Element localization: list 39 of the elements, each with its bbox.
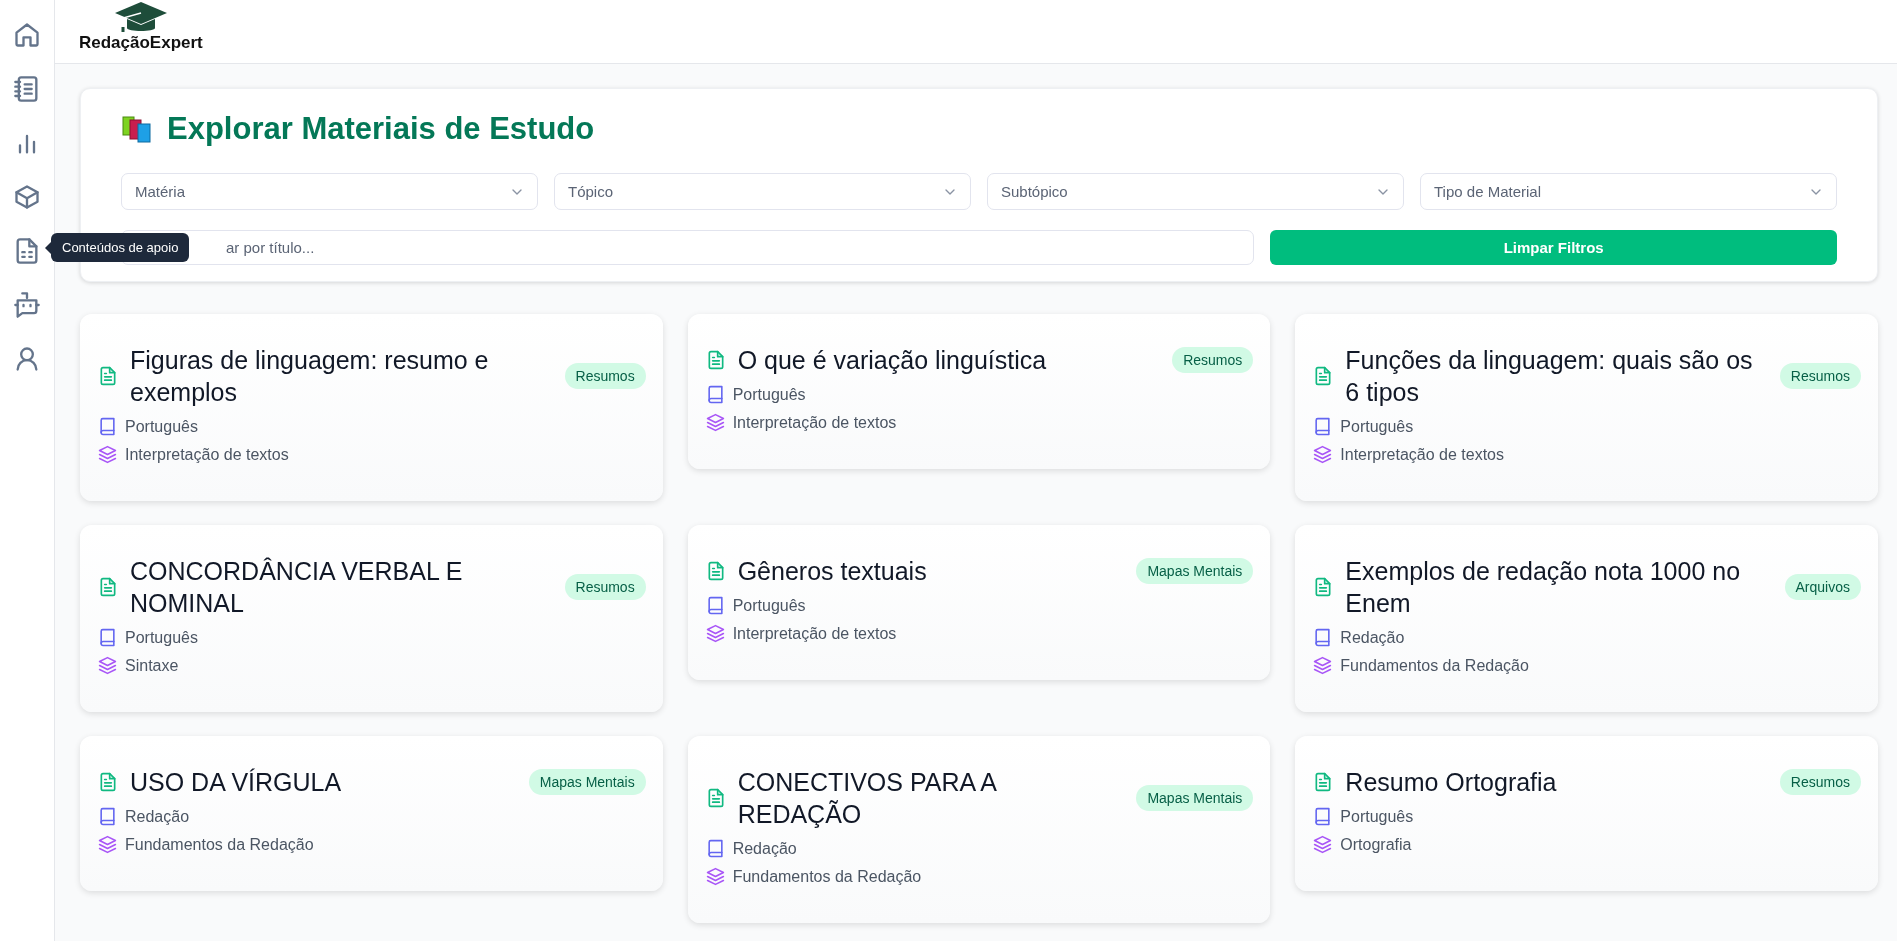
topic-label: Interpretação de textos: [732, 413, 897, 432]
logo-text: RedaçãoExpert: [79, 33, 203, 53]
topic-label: Interpretação de textos: [1340, 445, 1504, 464]
material-type-tag: Mapas Mentais: [1136, 785, 1254, 811]
subject-label: Português: [732, 596, 806, 615]
subject-label: Redação: [125, 807, 190, 826]
subject-label: Português: [1340, 417, 1414, 436]
subject-label: Redação: [1340, 628, 1405, 647]
topic-label: Fundamentos da Redação: [732, 867, 922, 886]
material-type-tag: Resumos: [1779, 363, 1861, 389]
material-title: CONCORDÂNCIA VERBAL E NOMINAL: [130, 556, 464, 619]
material-type-tag: Resumos: [1779, 769, 1861, 795]
material-title: Exemplos de redação nota 1000 no Enem: [1345, 556, 1742, 619]
subject-label: Português: [125, 628, 198, 647]
material-title: USO DA VÍRGULA: [130, 767, 343, 798]
material-title: Figuras de linguagem: resumo e exemplos: [130, 345, 490, 408]
material-type-tag: Mapas Mentais: [528, 769, 646, 795]
subject-label: Português: [732, 385, 806, 404]
topic-label: Sintaxe: [125, 656, 179, 675]
tooltip: Conteúdos de apoio: [51, 233, 190, 262]
material-type-tag: Arquivos: [1784, 574, 1861, 600]
page-title: Explorar Materiais de Estudo: [167, 111, 595, 147]
material-type-tag: Resumos: [1172, 347, 1254, 373]
topic-label: Fundamentos da Redação: [1340, 656, 1529, 675]
topic-label: Ortografia: [1340, 835, 1412, 854]
topic-label: Interpretação de textos: [125, 445, 289, 464]
topic-label: Interpretação de textos: [732, 624, 897, 643]
material-type-tag: Resumos: [564, 363, 646, 389]
material-type-tag: Resumos: [564, 574, 646, 600]
subject-label: Português: [125, 417, 198, 436]
subject-label: Redação: [732, 839, 797, 858]
topic-label: Fundamentos da Redação: [125, 835, 314, 854]
material-title: CONECTIVOS PARA A REDAÇÃO: [737, 767, 998, 830]
material-title: Gêneros textuais: [737, 556, 928, 587]
material-title: Resumo Ortografia: [1345, 767, 1558, 798]
material-title: Funções da linguagem: quais são os 6 tipos: [1345, 345, 1754, 408]
material-type-tag: Mapas Mentais: [1136, 558, 1254, 584]
subject-label: Português: [1340, 807, 1414, 826]
material-title: O que é variação linguística: [737, 345, 1048, 376]
